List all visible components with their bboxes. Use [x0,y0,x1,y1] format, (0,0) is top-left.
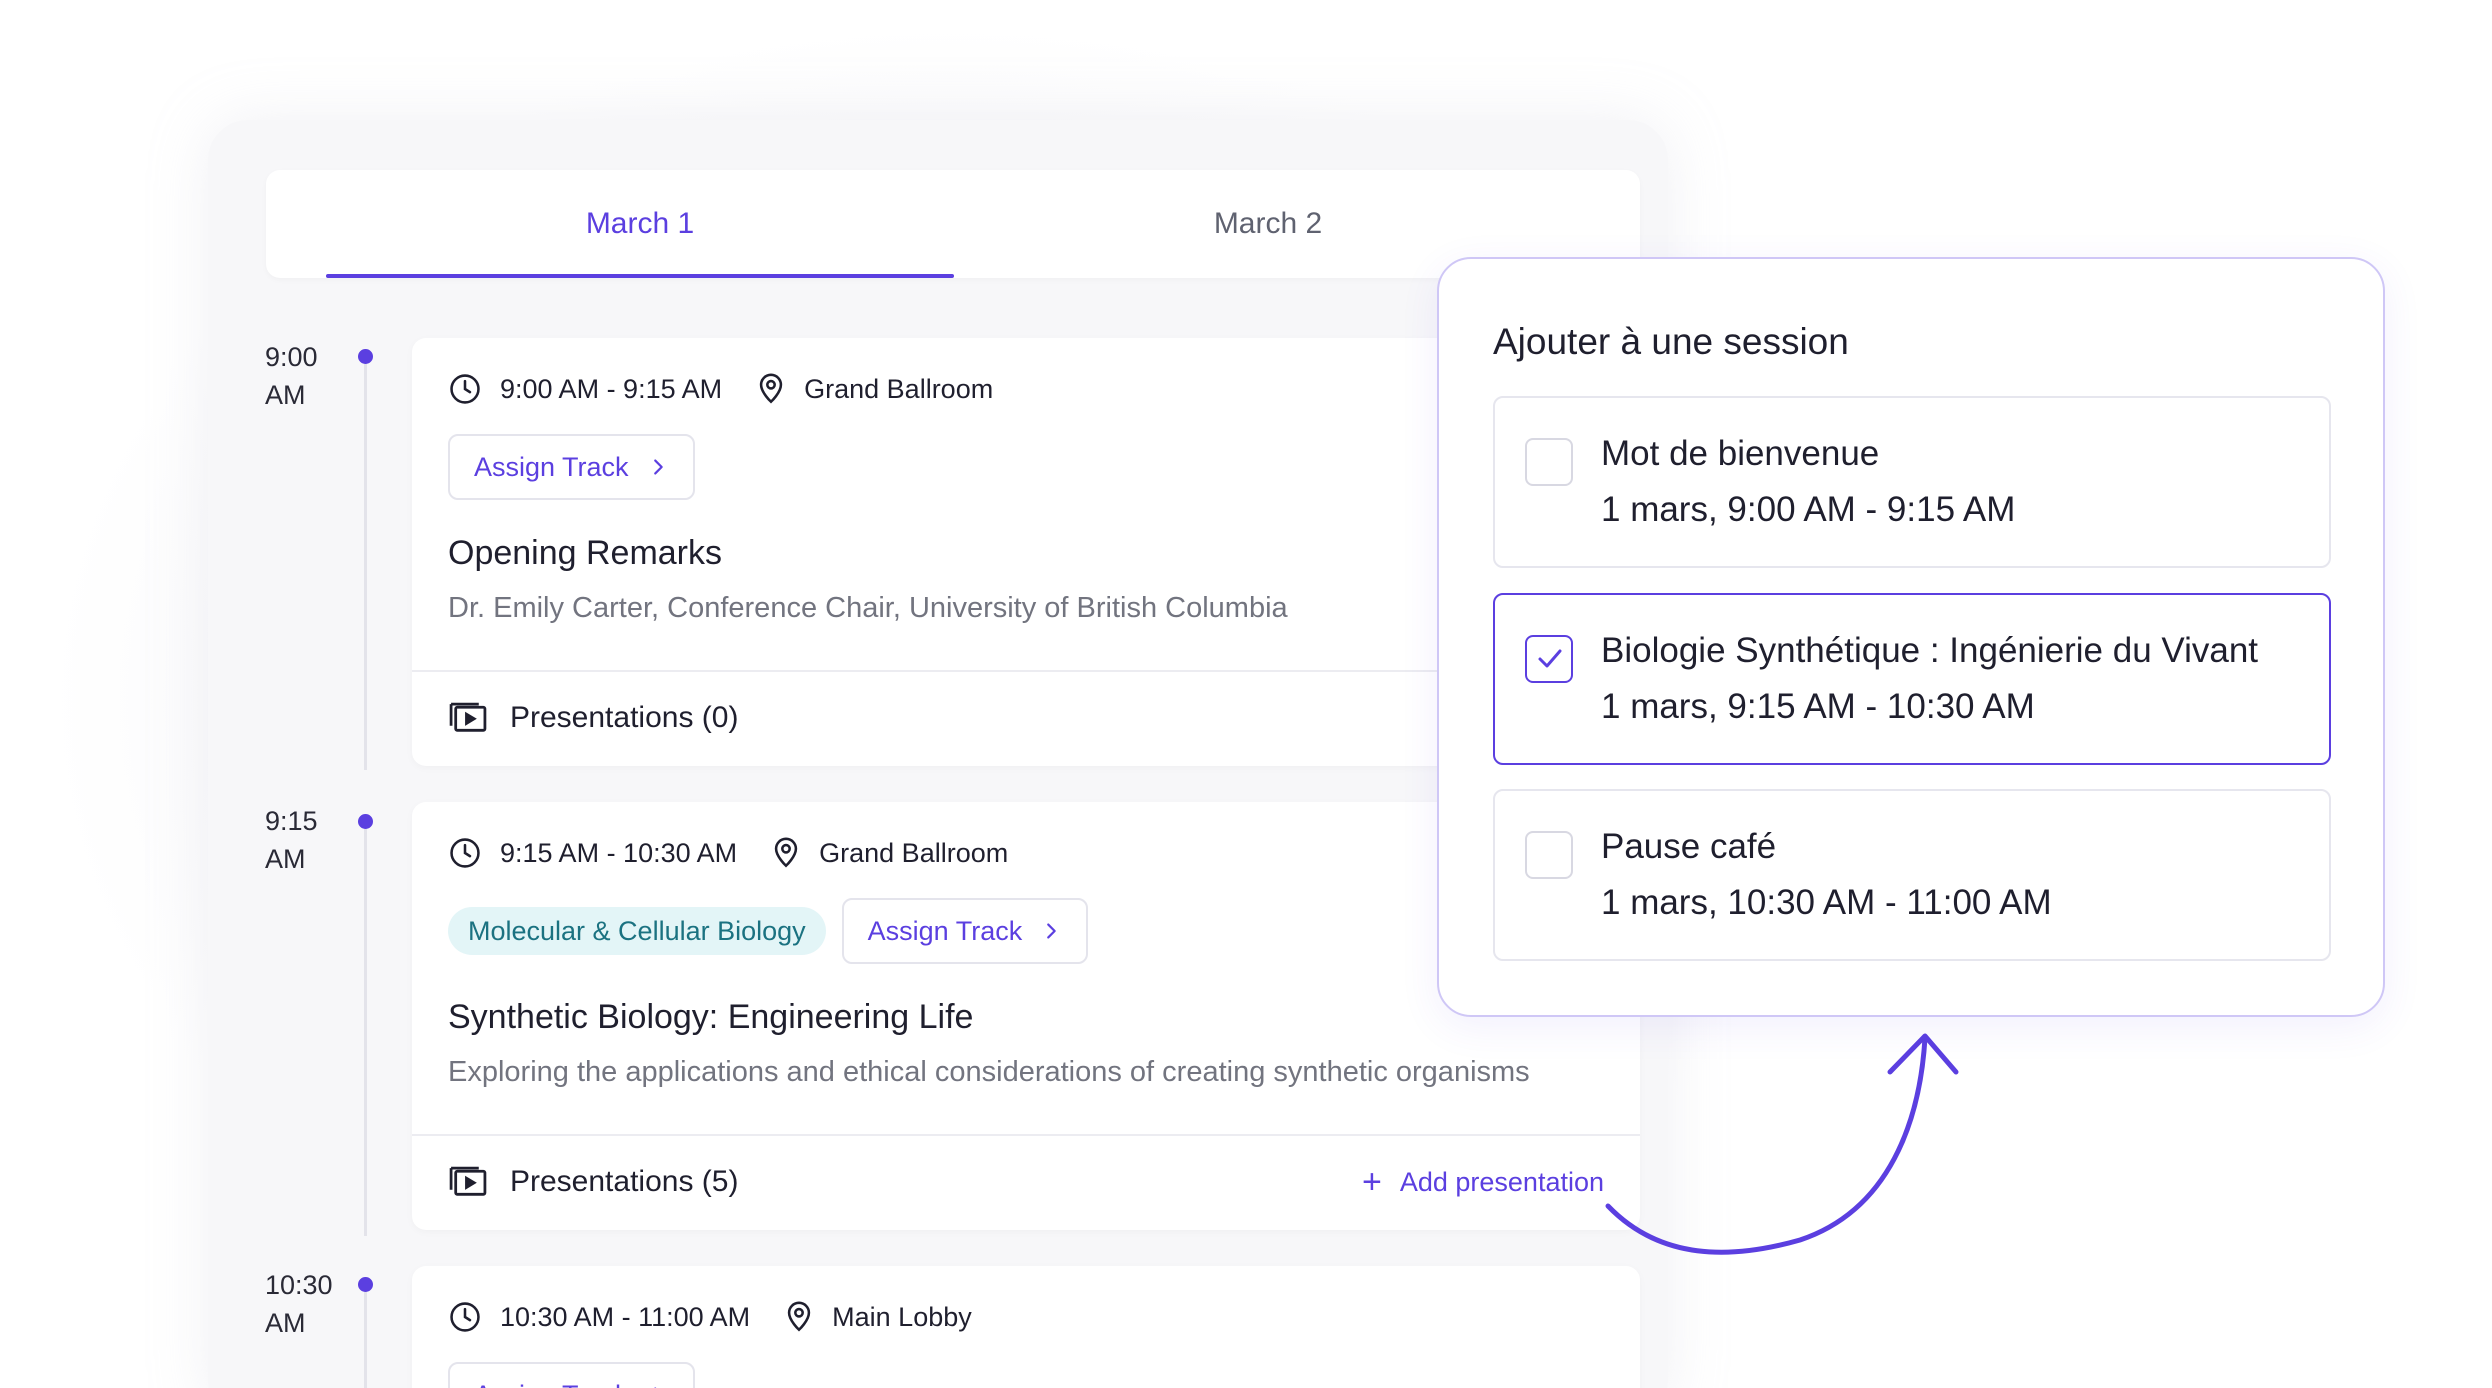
presentations-label: Presentations (0) [510,701,739,734]
assign-track-button[interactable]: Assign Track [448,1362,695,1388]
session-title: Synthetic Biology: Engineering Life [448,998,974,1036]
session-location: Grand Ballroom [804,373,994,404]
session-card[interactable]: 10:30 AM - 11:00 AM Main Lobby Assign Tr… [412,1266,1640,1388]
session-description: Dr. Emily Carter, Conference Chair, Univ… [448,592,1288,624]
option-time: 1 mars, 10:30 AM - 11:00 AM [1601,883,2052,922]
session-description: Exploring the applications and ethical c… [448,1056,1530,1088]
session-meta: 9:00 AM - 9:15 AM Grand Ballroom [448,372,993,406]
popup-title: Ajouter à une session [1493,321,1849,362]
plus-icon: + [1361,1163,1382,1201]
chevron-right-icon [653,1387,656,1388]
assign-track-label: Assign Track [867,915,1023,946]
session-location: Main Lobby [832,1301,972,1332]
location-pin-icon [759,373,783,404]
session-time-range: 9:15 AM - 10:30 AM [500,837,738,868]
option-name: Pause café [1601,827,1777,866]
option-time: 1 mars, 9:15 AM - 10:30 AM [1601,687,2035,726]
track-row: Assign Track [448,434,695,500]
track-row: Molecular & Cellular Biology Assign Trac… [448,898,1089,964]
presentations-count[interactable]: Presentations (5) [448,1164,738,1200]
timeline-line [364,826,367,1236]
timeline-line [364,1290,367,1388]
session-title: Opening Remarks [448,534,723,572]
presentations-label: Presentations (5) [510,1165,739,1198]
presentations-count[interactable]: Presentations (0) [448,700,738,736]
session-time-range: 9:00 AM - 9:15 AM [500,373,723,404]
location-pin-icon [774,837,798,868]
location-pin-icon [787,1301,811,1332]
connector-arrow-icon [1605,1033,1959,1255]
option-name: Biologie Synthétique : Ingénierie du Viv… [1601,631,2259,670]
session-meta: 9:15 AM - 10:30 AM Grand Ballroom [448,836,1008,870]
assign-track-button[interactable]: Assign Track [448,434,695,500]
timeline-dot [358,814,373,829]
date-tabs: March 1 March 2 [266,170,1640,278]
session-option[interactable]: Mot de bienvenue 1 mars, 9:00 AM - 9:15 … [1493,396,2331,568]
session-option[interactable]: Pause café 1 mars, 10:30 AM - 11:00 AM [1493,789,2331,961]
add-to-session-popup: Ajouter à une session Mot de bienvenue 1… [1437,257,2385,1017]
track-chip: Molecular & Cellular Biology [448,907,826,955]
presentation-play-icon [449,702,487,732]
option-checkbox[interactable] [1525,438,1573,486]
tab-label: March 2 [1213,207,1323,240]
assign-track-label: Assign Track [474,1380,629,1388]
timeline-dot [358,1277,373,1292]
session-option[interactable]: Biologie Synthétique : Ingénierie du Viv… [1493,593,2331,765]
session-time-range: 10:30 AM - 11:00 AM [500,1301,751,1332]
option-time: 1 mars, 9:00 AM - 9:15 AM [1601,490,2016,529]
track-row: Assign Track [448,1362,695,1388]
clock-icon [450,374,480,404]
chevron-right-icon [1047,923,1056,939]
session-meta: 10:30 AM - 11:00 AM Main Lobby [448,1300,972,1334]
option-checkbox[interactable] [1525,831,1573,879]
clock-icon [450,838,480,868]
check-icon [1538,649,1562,668]
time-label: 10:30 AM [265,1270,333,1338]
clock-icon [450,1302,480,1332]
option-name: Mot de bienvenue [1601,434,1880,473]
timeline-dot [358,349,373,364]
assign-track-button[interactable]: Assign Track [841,898,1089,964]
card-footer: Presentations (5) + Add presentation [412,1134,1640,1228]
add-presentation-button[interactable]: + Add presentation [1362,1165,1604,1199]
add-presentation-label: Add presentation [1399,1166,1604,1197]
time-label: 9:15 AM [265,806,318,874]
option-checkbox[interactable] [1525,635,1573,683]
timeline-line [364,360,367,770]
assign-track-label: Assign Track [474,451,629,482]
presentation-play-icon [449,1166,487,1196]
time-label: 9:00 AM [265,342,318,410]
tab-march-1[interactable]: March 1 [326,170,954,278]
tab-label: March 1 [585,207,695,240]
chevron-right-icon [653,459,663,475]
session-location: Grand Ballroom [819,837,1009,868]
